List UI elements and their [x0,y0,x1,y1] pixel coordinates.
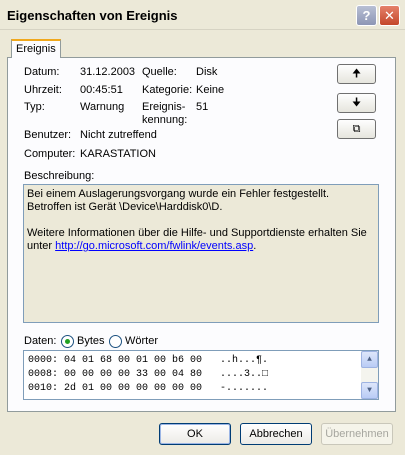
kennung-value: 51 [196,101,209,113]
uhrzeit-label: Uhrzeit: [24,84,62,96]
quelle-value: Disk [196,66,218,78]
copy-icon: ⧉ [352,122,361,135]
hex-scrollbar[interactable]: ▲ ▼ [361,351,378,399]
benutzer-label: Benutzer: [24,129,72,141]
previous-event-button[interactable]: 🠉 [337,64,376,84]
hex-line: 0010: 2d 01 00 00 00 00 00 00 -....... [28,383,269,394]
event-properties-window: Eigenschaften von Ereignis ? ✕ Ereignis … [0,0,405,455]
arrow-down-icon: 🠋 [351,96,362,109]
bytes-radio-label[interactable]: Bytes [77,335,105,347]
tab-ereignis[interactable]: Ereignis [11,39,61,58]
description-link-suffix: . [253,240,257,252]
close-button[interactable]: ✕ [379,5,400,26]
cancel-button[interactable]: Abbrechen [240,423,312,445]
computer-label: Computer: [24,148,76,160]
copy-button[interactable]: ⧉ [337,119,376,139]
next-event-button[interactable]: 🠋 [337,93,376,113]
uhrzeit-value: 00:45:51 [80,84,123,96]
description-box[interactable]: Bei einem Auslagerungsvorgang wurde ein … [23,184,379,323]
description-text-2: Weitere Informationen über die Hilfe- un… [27,227,375,253]
kategorie-label: Kategorie: [142,84,193,96]
datum-value: 31.12.2003 [80,66,136,78]
ok-button[interactable]: OK [159,423,231,445]
kennung-label-2: kennung: [142,114,188,126]
kennung-label-1: Ereignis- [142,101,186,113]
help-link[interactable]: http://go.microsoft.com/fwlink/events.as… [55,240,253,252]
scroll-up-icon[interactable]: ▲ [361,351,378,368]
hex-line: 0008: 00 00 00 00 33 00 04 80 ....3..□ [28,369,269,380]
kategorie-value: Keine [196,84,225,96]
hex-line: 0000: 04 01 68 00 01 00 b6 00 ..h...¶. [28,355,269,366]
title-bar[interactable]: Eigenschaften von Ereignis ? ✕ [0,0,405,30]
computer-value: KARASTATION [80,148,156,160]
bytes-radio[interactable] [61,335,74,348]
data-label: Daten: [24,335,57,347]
words-radio-label[interactable]: Wörter [125,335,158,347]
description-label: Beschreibung: [24,170,95,182]
typ-label: Typ: [24,101,45,113]
arrow-up-icon: 🠉 [351,67,362,80]
words-radio[interactable] [109,335,122,348]
description-text-1: Bei einem Auslagerungsvorgang wurde ein … [27,188,330,213]
benutzer-value: Nicht zutreffend [80,129,157,141]
apply-button: Übernehmen [321,423,393,445]
typ-value: Warnung [80,101,125,113]
quelle-label: Quelle: [142,66,177,78]
hex-data-box[interactable]: 0000: 04 01 68 00 01 00 b6 00 ..h...¶. 0… [23,350,379,400]
help-button[interactable]: ? [356,5,377,26]
scroll-down-icon[interactable]: ▼ [361,382,378,399]
datum-label: Datum: [24,66,60,78]
window-title: Eigenschaften von Ereignis [7,8,178,23]
